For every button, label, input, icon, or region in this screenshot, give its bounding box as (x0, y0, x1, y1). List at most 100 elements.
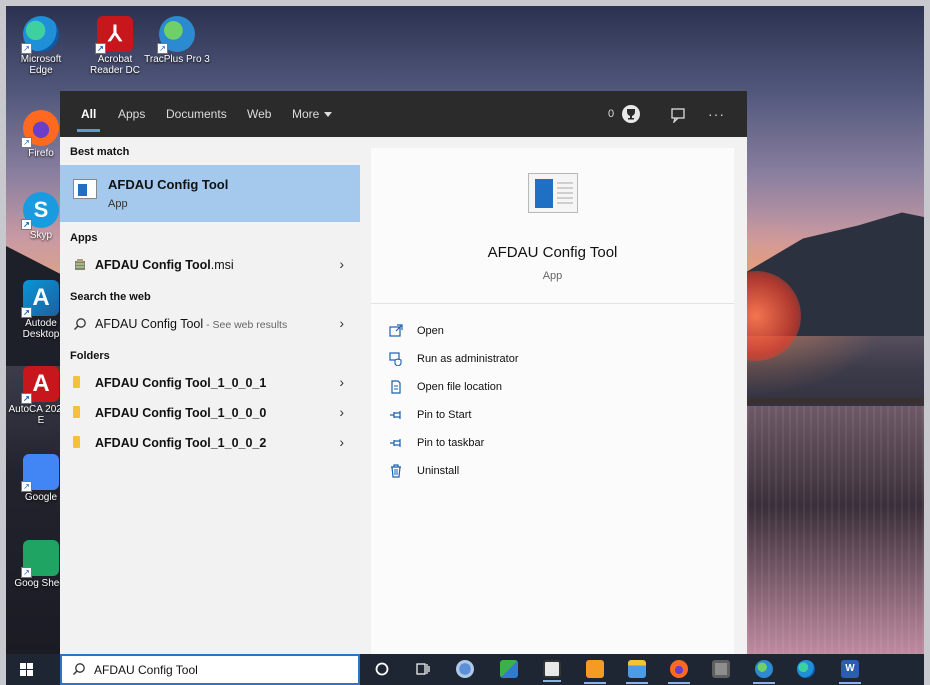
search-input[interactable] (94, 661, 349, 679)
start-button[interactable] (6, 654, 54, 685)
search-filter-bar: All Apps Documents Web More 0 ··· (60, 91, 747, 137)
preview-type: App (542, 270, 563, 282)
autodesk-icon: A ↗ (21, 280, 59, 318)
desktop-icon-edge[interactable]: ↗ Microsoft Edge (8, 16, 74, 76)
section-heading-web: Search the web (70, 291, 151, 303)
list-item-label: AFDAU Config Tool_1_0_0_1 (95, 376, 266, 390)
desktop-icon-acrobat[interactable]: ⅄ ↗ Acrobat Reader DC (82, 16, 148, 76)
app-window-icon (528, 173, 578, 213)
more-options-icon[interactable]: ··· (708, 91, 725, 137)
acrobat-icon: ⅄ ↗ (95, 16, 133, 54)
folder-name: AFDAU Config Tool_1_0_0_2 (95, 436, 267, 450)
trash-icon (391, 464, 401, 478)
google-sheets-icon: ↗ (21, 540, 59, 578)
tab-more-label: More (292, 107, 320, 121)
list-item-folder[interactable]: AFDAU Config Tool_1_0_0_0 › (60, 398, 360, 428)
task-view-icon[interactable] (414, 660, 432, 678)
best-match-type: App (108, 198, 128, 210)
desktop-icon-label: Acrobat Reader DC (89, 54, 141, 76)
chevron-down-icon (324, 112, 333, 117)
section-heading-folders: Folders (70, 350, 110, 362)
chevron-right-icon[interactable]: › (339, 374, 344, 390)
divider (371, 303, 734, 304)
autocad-icon: A ↗ (21, 366, 59, 404)
tab-apps[interactable]: Apps (118, 91, 145, 137)
firefox-icon: ↗ (21, 110, 59, 148)
trophy-icon[interactable] (622, 105, 640, 123)
section-heading-apps: Apps (70, 232, 98, 244)
rewards-points: 0 (608, 108, 615, 120)
action-label: Open (417, 325, 444, 337)
app-launcher-icon[interactable] (500, 660, 518, 678)
taskbar: W (6, 654, 924, 685)
tab-all[interactable]: All (76, 91, 101, 137)
installer-package-icon (75, 259, 85, 270)
desktop-icon-tracplus[interactable]: ↗ TracPlus Pro 3 (144, 16, 210, 65)
web-query: AFDAU Config Tool (95, 317, 204, 331)
tab-web[interactable]: Web (247, 91, 271, 137)
chevron-right-icon[interactable]: › (339, 315, 344, 331)
web-results-hint: - See web results (203, 319, 288, 331)
tab-documents[interactable]: Documents (166, 91, 227, 137)
action-label: Pin to taskbar (417, 437, 485, 449)
list-item-label: AFDAU Config Tool_1_0_0_0 (95, 406, 266, 420)
globe-app-icon[interactable] (753, 660, 775, 684)
results-list: Best match AFDAU Config Tool App Apps AF… (60, 137, 360, 654)
folder-name: AFDAU Config Tool_1_0_0_0 (95, 406, 267, 420)
action-label: Pin to Start (417, 409, 472, 421)
terminal-window-icon[interactable] (543, 660, 561, 682)
folder-icon (73, 436, 80, 448)
skype-icon: S ↗ (21, 192, 59, 230)
file-explorer-icon[interactable] (626, 660, 648, 684)
list-item-folder[interactable]: AFDAU Config Tool_1_0_0_2 › (60, 428, 360, 458)
folder-icon (73, 406, 80, 418)
best-match-name: AFDAU Config Tool (108, 177, 229, 192)
list-item-web-search[interactable]: AFDAU Config Tool - See web results › (60, 309, 360, 339)
list-item-label: AFDAU Config Tool_1_0_0_2 (95, 436, 266, 450)
action-label: Open file location (417, 381, 502, 393)
sublime-text-icon[interactable] (584, 660, 606, 684)
result-preview-pane: AFDAU Config Tool App Open Run as admini… (371, 148, 734, 654)
pin-icon (390, 411, 401, 419)
taskbar-search-box[interactable] (60, 654, 360, 685)
app-window-icon[interactable] (712, 660, 730, 678)
chevron-right-icon[interactable]: › (339, 404, 344, 420)
list-item-folder[interactable]: AFDAU Config Tool_1_0_0_1 › (60, 368, 360, 398)
edge-icon[interactable] (797, 660, 815, 678)
folder-name: AFDAU Config Tool_1_0_0_1 (95, 376, 267, 390)
open-window-icon (389, 324, 403, 337)
word-icon[interactable]: W (839, 660, 861, 684)
globe-app-icon: ↗ (157, 16, 195, 54)
tab-more[interactable]: More (292, 91, 333, 137)
preview-title: AFDAU Config Tool (487, 244, 618, 261)
chevron-right-icon[interactable]: › (339, 256, 344, 272)
chevron-right-icon[interactable]: › (339, 434, 344, 450)
shield-admin-icon (389, 352, 402, 366)
list-item-label: AFDAU Config Tool.msi (95, 258, 234, 272)
feedback-icon[interactable] (670, 91, 686, 137)
desktop-icon-label: Microsoft Edge (20, 54, 62, 76)
app-globe-icon[interactable] (456, 660, 474, 678)
search-icon (73, 663, 85, 675)
google-docs-icon: ↗ (21, 454, 59, 492)
firefox-icon[interactable] (668, 660, 690, 684)
best-match-result[interactable]: AFDAU Config Tool App (60, 165, 360, 222)
action-label: Run as administrator (417, 353, 519, 365)
start-search-panel: All Apps Documents Web More 0 ··· Best m… (60, 91, 747, 654)
list-item-app-msi[interactable]: AFDAU Config Tool.msi › (60, 250, 360, 280)
app-window-icon (73, 179, 97, 199)
edge-icon: ↗ (21, 16, 59, 54)
section-heading-best-match: Best match (70, 146, 130, 158)
pin-icon (390, 439, 401, 447)
app-name-bold: AFDAU Config Tool (95, 258, 211, 272)
water-reflection (726, 406, 924, 654)
file-location-icon (391, 380, 401, 394)
pier (726, 398, 924, 404)
desktop-icon-label: TracPlus Pro 3 (144, 54, 210, 65)
app-name-extension: .msi (210, 258, 234, 272)
cortana-icon[interactable] (373, 660, 391, 678)
folder-icon (73, 376, 80, 388)
list-item-label: AFDAU Config Tool - See web results (95, 317, 287, 331)
search-icon (74, 318, 86, 330)
action-label: Uninstall (417, 465, 460, 477)
